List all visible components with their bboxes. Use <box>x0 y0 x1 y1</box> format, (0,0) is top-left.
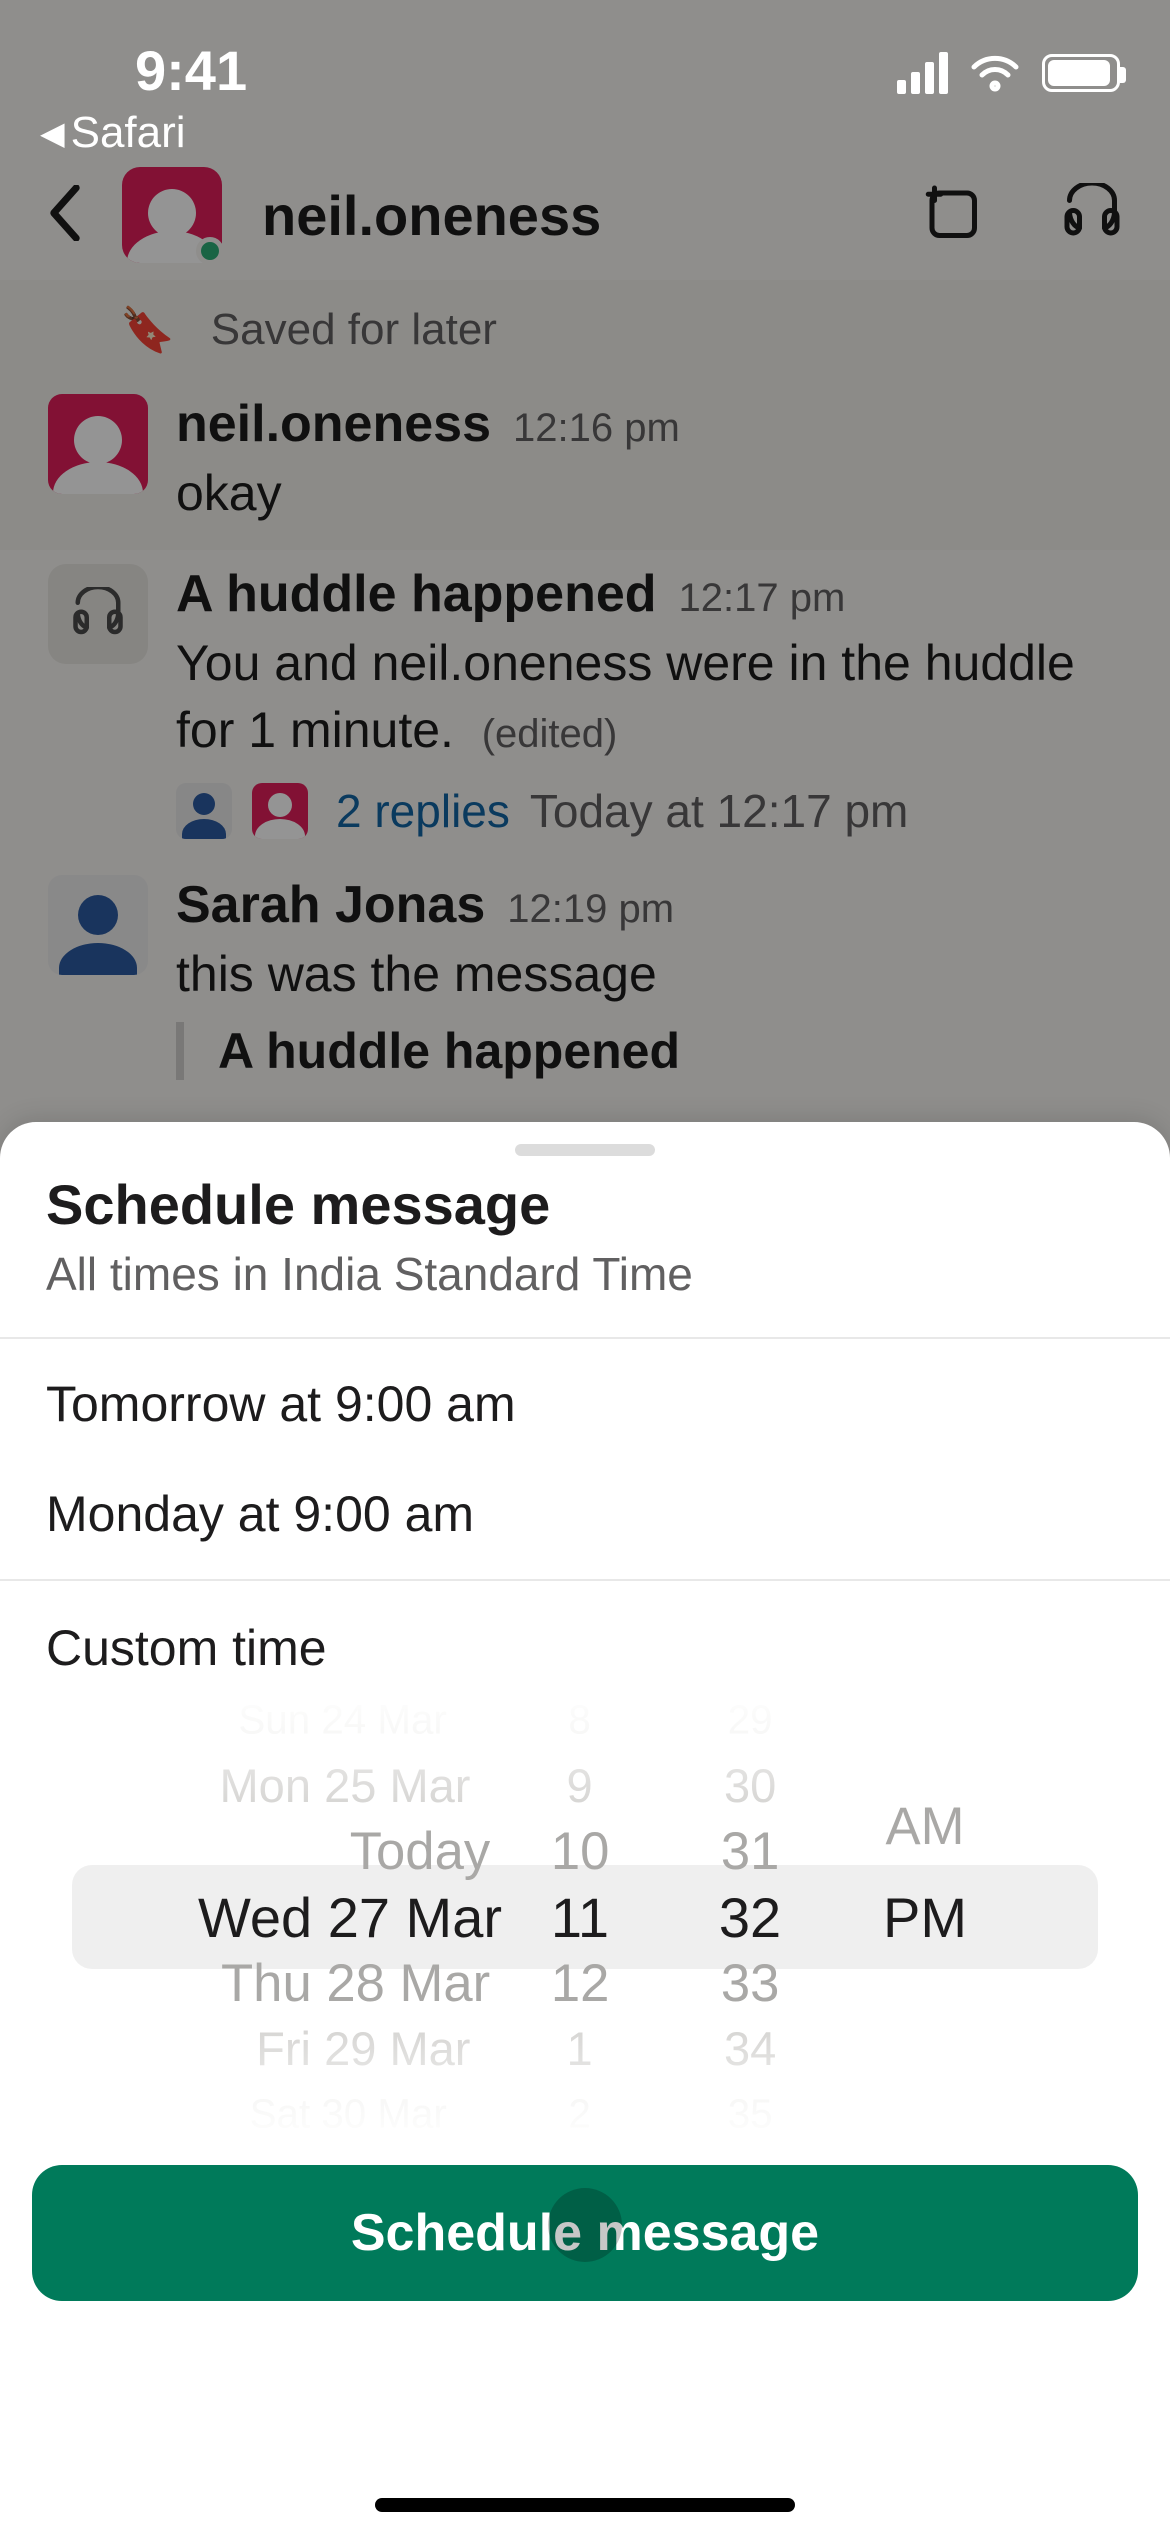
picker-hour-column[interactable]: 8 9 10 11 12 1 2 <box>510 1687 650 2147</box>
quick-option-monday[interactable]: Monday at 9:00 am <box>46 1485 1124 1543</box>
sheet-grabber[interactable] <box>515 1144 655 1156</box>
picker-ampm-column[interactable]: AM PM . <box>850 1687 1000 2147</box>
sheet-subtitle: All times in India Standard Time <box>46 1247 1124 1301</box>
schedule-message-button[interactable]: Schedule message <box>32 2165 1138 2301</box>
custom-time-label: Custom time <box>0 1581 1170 1687</box>
datetime-picker[interactable]: Sun 24 Mar Mon 25 Mar Today Wed 27 Mar T… <box>0 1687 1170 2147</box>
schedule-message-sheet: Schedule message All times in India Stan… <box>0 1122 1170 2532</box>
picker-date-column[interactable]: Sun 24 Mar Mon 25 Mar Today Wed 27 Mar T… <box>100 1687 510 2147</box>
home-indicator[interactable] <box>375 2498 795 2512</box>
touch-indicator <box>548 2188 622 2262</box>
picker-minute-column[interactable]: 29 30 31 32 33 34 35 <box>650 1687 850 2147</box>
quick-option-tomorrow[interactable]: Tomorrow at 9:00 am <box>46 1375 1124 1433</box>
sheet-title: Schedule message <box>46 1172 1124 1237</box>
